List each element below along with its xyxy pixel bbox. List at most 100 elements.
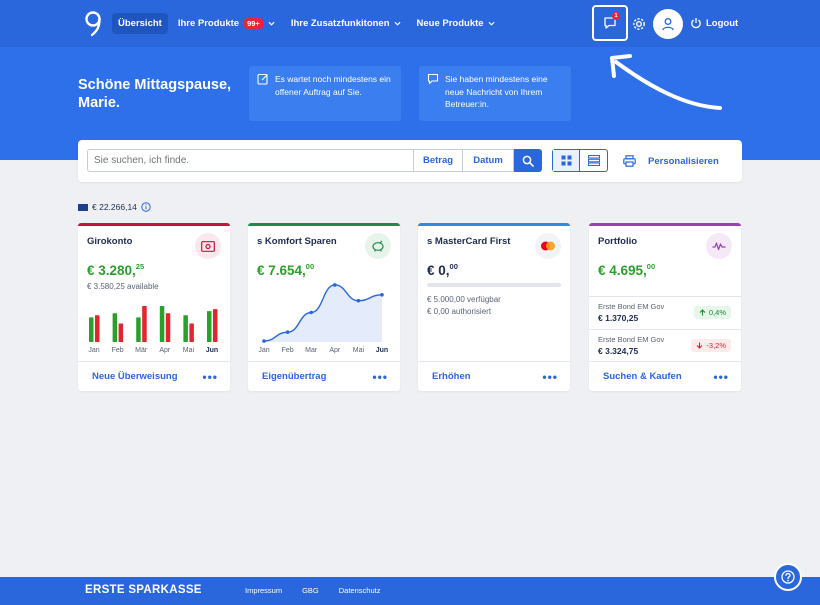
tick-label: Feb — [112, 347, 124, 354]
message-count-badge: 1 — [612, 12, 620, 20]
card-title: Portfolio — [598, 236, 638, 247]
bar-mark — [165, 313, 171, 342]
footer-link-gbg[interactable]: GBG — [302, 586, 319, 595]
credit-available: € 5.000,00 verfügbar — [427, 295, 501, 304]
date-filter-label: Datum — [473, 155, 503, 166]
more-options-icon[interactable]: ••• — [202, 371, 218, 383]
new-transfer-link[interactable]: Neue Überweisung — [92, 371, 178, 382]
view-toggle — [552, 149, 608, 172]
data-point — [380, 293, 384, 297]
chevron-down-icon — [268, 21, 275, 26]
bar-mark — [95, 315, 100, 342]
search-icon — [522, 155, 534, 167]
nav-products[interactable]: Ihre Produkte 99+ — [172, 13, 281, 34]
tick-label: Feb — [282, 347, 294, 354]
bar-mark — [189, 323, 194, 342]
help-icon — [781, 570, 795, 584]
increase-limit-link[interactable]: Erhöhen — [432, 371, 471, 382]
bar-mark — [213, 309, 218, 342]
card-mastercard[interactable]: s MasterCard First € 0,00 € 5.000,00 ver… — [418, 223, 570, 391]
list-icon — [587, 155, 600, 166]
bar-mark — [142, 306, 147, 342]
arrow-down-icon — [697, 342, 703, 349]
nav-label: Ihre Produkte — [177, 18, 240, 29]
personalize-label: Personalisieren — [648, 155, 719, 167]
logo-icon[interactable] — [84, 10, 104, 38]
amount-cents: 00 — [646, 262, 656, 271]
card-girokonto[interactable]: Girokonto € 3.280,25 € 3.580,25 availabl… — [78, 223, 230, 391]
products-badge: 99+ — [243, 18, 264, 29]
nav-overview[interactable]: Übersicht — [112, 13, 168, 34]
more-options-icon[interactable]: ••• — [542, 371, 558, 383]
avatar[interactable] — [653, 9, 683, 39]
mastercard-icon — [541, 241, 555, 251]
brand-logo[interactable]: ERSTE SPARKASSE — [85, 584, 202, 596]
card-accent — [589, 223, 741, 226]
power-icon — [691, 18, 701, 29]
more-options-icon[interactable]: ••• — [713, 371, 729, 383]
messages-button[interactable]: 1 — [592, 5, 628, 41]
card-icon-wrap — [535, 233, 561, 259]
credit-usage-bar — [427, 283, 561, 287]
bar-mark — [112, 313, 118, 342]
data-point — [285, 330, 290, 334]
bar-mark — [183, 315, 188, 342]
footer-links: Impressum GBG Datenschutz — [245, 586, 380, 595]
greeting-text: Schöne Mittagspause, Marie. — [78, 77, 232, 111]
holding-row[interactable]: Erste Bond EM Gov € 3.324,75 -3,2% — [589, 329, 741, 361]
user-icon — [662, 18, 674, 31]
more-options-icon[interactable]: ••• — [372, 371, 388, 383]
edit-icon — [257, 73, 268, 85]
data-point — [309, 310, 313, 315]
bar-mark — [136, 317, 141, 342]
tick-label: Jun — [376, 347, 388, 354]
notice-text: Sie haben mindestens eine neue Nachricht… — [445, 74, 548, 109]
logout-button[interactable]: Logout — [690, 17, 738, 29]
nav-label: Neue Produkte — [416, 18, 484, 29]
card-amount: € 0,00 — [427, 262, 458, 278]
total-balance: € 22.266,14 — [78, 202, 151, 212]
tick-label: Jun — [206, 347, 218, 354]
nav-label: Übersicht — [118, 18, 162, 29]
tick-label: Mar — [305, 347, 318, 354]
bar-mark — [159, 306, 165, 342]
notice-new-message[interactable]: Sie haben mindestens eine neue Nachricht… — [419, 66, 571, 121]
amount-filter-button[interactable]: Betrag — [413, 149, 463, 172]
list-view-button[interactable] — [580, 150, 607, 171]
card-portfolio[interactable]: Portfolio € 4.695,00 Erste Bond EM Gov €… — [589, 223, 741, 391]
search-buy-link[interactable]: Suchen & Kaufen — [603, 371, 682, 382]
nav-new-products[interactable]: Neue Produkte — [411, 13, 501, 34]
nav-label: Ihre Zusatzfunkitonen — [290, 18, 390, 29]
activity-icon — [712, 242, 726, 251]
nav-extra-functions[interactable]: Ihre Zusatzfunkitonen — [285, 13, 407, 34]
notice-open-order[interactable]: Es wartet noch mindestens ein offener Au… — [249, 66, 401, 121]
giro-bar-chart: Jan Feb Mär Apr Mai Jun — [88, 306, 218, 354]
amount-filter-label: Betrag — [422, 155, 454, 166]
grid-view-button[interactable] — [553, 150, 580, 171]
card-komfort-sparen[interactable]: s Komfort Sparen € 7.654,00 Jan Feb Mar Apr… — [248, 223, 400, 391]
search-input[interactable] — [87, 149, 413, 172]
amount-main: € 0, — [427, 263, 450, 278]
printer-icon — [623, 155, 636, 167]
tick-label: Apr — [329, 347, 341, 354]
tick-label: Apr — [159, 347, 171, 354]
holding-row[interactable]: Erste Bond EM Gov € 1.370,25 0,4% — [589, 296, 741, 328]
info-icon[interactable] — [141, 202, 151, 212]
own-transfer-link[interactable]: Eigenübertrag — [262, 371, 326, 382]
card-footer: Neue Überweisung ••• — [78, 361, 230, 391]
card-amount: € 4.695,00 — [598, 262, 656, 278]
personalize-button[interactable]: Personalisieren — [623, 155, 719, 167]
tick-label: Mai — [183, 347, 195, 354]
annotation-arrow-icon — [610, 54, 722, 110]
help-button[interactable] — [774, 563, 802, 591]
footer-link-datenschutz[interactable]: Datenschutz — [339, 586, 381, 595]
holding-change-chip: -3,2% — [691, 339, 731, 352]
arrow-up-icon — [699, 309, 706, 316]
date-filter-button[interactable]: Datum — [463, 149, 514, 172]
gear-icon[interactable] — [631, 16, 647, 32]
top-navigation: Übersicht Ihre Produkte 99+ Ihre Zusatzf… — [0, 0, 820, 47]
footer-link-impressum[interactable]: Impressum — [245, 586, 282, 595]
card-accent — [418, 223, 570, 226]
grid-icon — [561, 155, 571, 166]
search-button[interactable] — [514, 149, 542, 172]
